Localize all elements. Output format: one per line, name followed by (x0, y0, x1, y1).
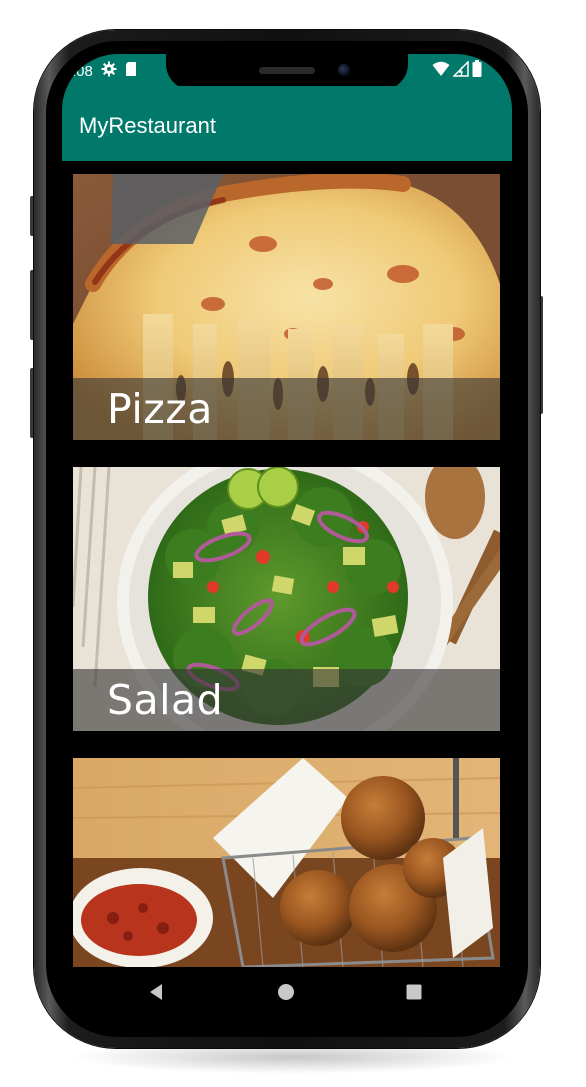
status-right (432, 59, 482, 82)
back-icon (148, 983, 164, 1006)
menu-card-pizza[interactable]: Pizza (73, 174, 500, 440)
status-left: :08 (72, 61, 137, 81)
wifi-icon (432, 61, 450, 82)
earpiece-speaker (259, 67, 315, 74)
navigation-bar (62, 967, 512, 1022)
recents-button[interactable] (384, 967, 444, 1022)
menu-item-label: Pizza (107, 385, 213, 433)
app-bar: MyRestaurant (62, 86, 512, 161)
phone-screen: :08 MyRestaurant Pizza Salad (62, 54, 512, 1022)
recents-icon (406, 984, 422, 1005)
sd-card-icon (125, 61, 137, 81)
menu-list: Pizza Salad (62, 161, 512, 967)
status-time: :08 (72, 62, 93, 80)
menu-item-label: Salad (107, 676, 224, 724)
home-button[interactable] (256, 967, 316, 1022)
menu-card-salad[interactable]: Salad (73, 467, 500, 731)
app-title: MyRestaurant (79, 113, 216, 138)
front-camera (338, 64, 350, 76)
menu-card-croquettes[interactable] (73, 758, 500, 967)
back-button[interactable] (126, 967, 186, 1022)
croquettes-photo (73, 758, 500, 967)
battery-icon (472, 60, 482, 82)
signal-icon (452, 59, 469, 82)
gear-icon (101, 61, 117, 81)
home-icon (277, 983, 295, 1006)
